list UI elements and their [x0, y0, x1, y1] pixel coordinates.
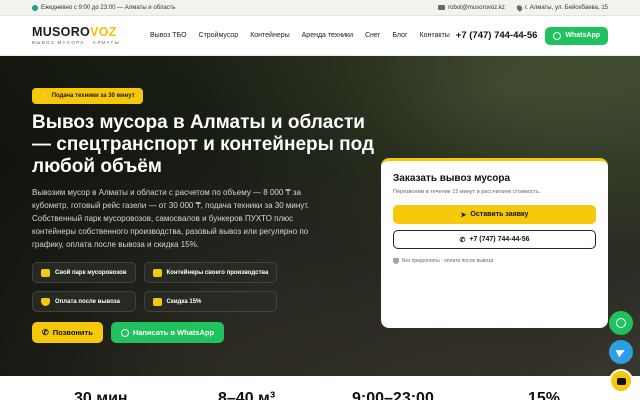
whatsapp-write-button[interactable]: Написать в WhatsApp — [110, 322, 225, 343]
whatsapp-header-label: WhatsApp — [565, 32, 600, 39]
logo[interactable]: MUSOROVOZ ВЫВОЗ МУСОРА · АЛМАТЫ — [32, 26, 140, 46]
clock-icon — [32, 4, 38, 11]
feature-discount: Скидка 15% — [143, 291, 278, 312]
call-button[interactable]: ✆ Позвонить — [32, 322, 103, 343]
hero-badge-text: Подача техники за 30 минут — [51, 93, 135, 99]
container-icon — [152, 268, 162, 277]
stat-value: 30 мин — [74, 390, 128, 400]
logo-text-accent: VOZ — [90, 24, 117, 39]
shield-icon — [41, 297, 50, 306]
stats-bar: 30 мин 8–40 м³ 9:00–23:00 15% — [0, 376, 640, 400]
header-phone[interactable]: +7 (747) 744-44-56 — [456, 30, 538, 41]
main-nav: Вывоз ТБО Строймусор Контейнеры Аренда т… — [150, 32, 450, 39]
whatsapp-float-button[interactable] — [609, 311, 633, 335]
whatsapp-icon — [616, 318, 626, 328]
camera-icon — [616, 377, 626, 385]
nav-item-equipment-rental[interactable]: Аренда техники — [302, 32, 353, 39]
nav-item-containers[interactable]: Контейнеры — [250, 32, 289, 39]
feature-own-fleet: Свой парк мусоровозов — [32, 262, 136, 283]
order-card-note-text: Без предоплаты · оплата после вывоза — [402, 258, 494, 264]
nav-item-snow[interactable]: Снег — [365, 32, 380, 39]
order-card-note: Без предоплаты · оплата после вывоза — [393, 258, 596, 264]
hero-lead: Вывозим мусор в Алматы и области с расче… — [32, 188, 310, 249]
whatsapp-icon — [120, 328, 129, 337]
phone-icon: ✆ — [42, 328, 49, 337]
order-card: Заказать вывоз мусора Перезвоним в течен… — [381, 158, 608, 328]
logo-subtitle: ВЫВОЗ МУСОРА · АЛМАТЫ — [32, 40, 120, 46]
submit-request-label: Оставить заявку — [470, 211, 529, 218]
feature-label: Оплата после вывоза — [55, 298, 120, 305]
tag-icon — [152, 297, 162, 306]
mail-icon — [438, 5, 446, 10]
logo-text-main: MUSORO — [32, 24, 91, 39]
feature-label: Скидка 15% — [166, 298, 202, 305]
order-card-subtitle: Перезвоним в течение 15 минут и рассчита… — [393, 189, 541, 195]
site-header: MUSOROVOZ ВЫВОЗ МУСОРА · АЛМАТЫ Вывоз ТБ… — [0, 16, 640, 56]
feature-label: Контейнеры своего производства — [166, 269, 269, 276]
truck-icon — [41, 268, 50, 277]
address-info: г. Алматы, ул. Бейсебаева, 15 — [515, 3, 608, 12]
whatsapp-icon — [553, 31, 562, 40]
topbar: Ежедневно с 9:00 до 23:00 — Алматы и обл… — [0, 0, 640, 16]
feature-own-containers: Контейнеры своего производства — [143, 262, 278, 283]
phone-icon: ✆ — [459, 236, 466, 244]
shield-icon — [393, 258, 399, 264]
hours-text: Ежедневно с 9:00 до 23:00 — Алматы и обл… — [41, 4, 176, 11]
stat-value: 15% — [528, 390, 561, 400]
hero-title: Вывоз мусора в Алматы и области — спецтр… — [32, 112, 375, 177]
feature-list: Свой парк мусоровозов Контейнеры своего … — [32, 262, 278, 312]
card-phone-button[interactable]: ✆ +7 (747) 744-44-56 — [393, 230, 596, 249]
email-text: robot@musorovoz.kz — [448, 4, 505, 11]
camera-float-button[interactable] — [609, 369, 633, 393]
lightning-icon: ⚡ — [40, 93, 49, 100]
submit-request-button[interactable]: ➤ Оставить заявку — [393, 205, 596, 224]
nav-item-tbo[interactable]: Вывоз ТБО — [150, 32, 187, 39]
feature-pay-after: Оплата после вывоза — [32, 291, 136, 312]
call-button-label: Позвонить — [52, 328, 93, 337]
hours-info: Ежедневно с 9:00 до 23:00 — Алматы и обл… — [32, 4, 176, 11]
telegram-icon — [615, 346, 627, 358]
location-pin-icon — [515, 3, 524, 12]
hero-section: ⚡ Подача техники за 30 минут Вывоз мусор… — [0, 56, 640, 376]
send-icon: ➤ — [460, 211, 467, 219]
order-card-title: Заказать вывоз мусора — [393, 173, 511, 184]
nav-item-blog[interactable]: Блог — [392, 32, 407, 39]
card-phone-label: +7 (747) 744-44-56 — [469, 236, 530, 243]
hero-badge: ⚡ Подача техники за 30 минут — [32, 88, 143, 104]
nav-item-stroymusor[interactable]: Строймусор — [199, 32, 239, 39]
stat-value: 8–40 м³ — [218, 390, 276, 400]
stat-value: 9:00–23:00 — [352, 390, 434, 400]
address-text: г. Алматы, ул. Бейсебаева, 15 — [524, 4, 608, 11]
hero-cta-group: ✆ Позвонить Написать в WhatsApp — [32, 322, 225, 343]
whatsapp-header-button[interactable]: WhatsApp — [545, 26, 608, 45]
feature-label: Свой парк мусоровозов — [55, 269, 127, 276]
nav-item-contacts[interactable]: Контакты — [420, 32, 450, 39]
telegram-float-button[interactable] — [609, 340, 633, 364]
email-link[interactable]: robot@musorovoz.kz — [438, 5, 505, 11]
whatsapp-write-label: Написать в WhatsApp — [132, 328, 215, 337]
